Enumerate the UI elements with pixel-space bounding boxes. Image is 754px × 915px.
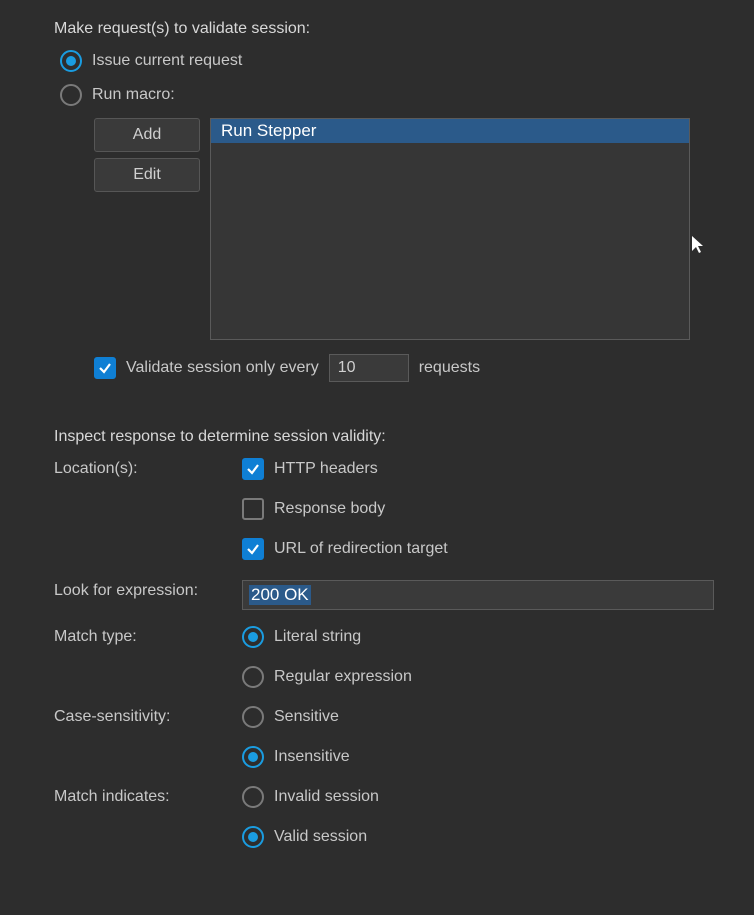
checkbox-validate-every[interactable] — [94, 357, 116, 379]
expression-label: Look for expression: — [54, 580, 242, 600]
checkbox-url-redirect[interactable] — [242, 538, 264, 560]
macro-list[interactable]: Run Stepper — [210, 118, 690, 340]
radio-run-macro-label: Run macro: — [92, 86, 175, 104]
checkbox-response-body[interactable] — [242, 498, 264, 520]
radio-insensitive-label: Insensitive — [274, 748, 350, 766]
radio-issue-current[interactable] — [60, 50, 82, 72]
radio-literal-string[interactable] — [242, 626, 264, 648]
radio-regular-expression-label: Regular expression — [274, 668, 412, 686]
radio-sensitive-label: Sensitive — [274, 708, 339, 726]
checkbox-http-headers-label: HTTP headers — [274, 460, 378, 478]
validate-section-title: Make request(s) to validate session: — [54, 20, 754, 38]
radio-sensitive[interactable] — [242, 706, 264, 728]
validate-every-input[interactable] — [329, 354, 409, 382]
locations-label: Location(s): — [54, 458, 242, 478]
radio-invalid-session-label: Invalid session — [274, 788, 379, 806]
validate-every-suffix: requests — [419, 359, 480, 377]
add-button[interactable]: Add — [94, 118, 200, 152]
macro-list-item[interactable]: Run Stepper — [211, 119, 689, 143]
expression-value: 200 OK — [249, 585, 311, 605]
radio-run-macro[interactable] — [60, 84, 82, 106]
radio-literal-string-label: Literal string — [274, 628, 361, 646]
validate-every-prefix: Validate session only every — [126, 359, 319, 377]
checkbox-url-redirect-label: URL of redirection target — [274, 540, 448, 558]
expression-input[interactable]: 200 OK — [242, 580, 714, 610]
radio-regular-expression[interactable] — [242, 666, 264, 688]
radio-invalid-session[interactable] — [242, 786, 264, 808]
match-indicates-label: Match indicates: — [54, 786, 242, 806]
macro-area: Add Edit Run Stepper — [94, 118, 754, 340]
radio-valid-session-label: Valid session — [274, 828, 367, 846]
checkbox-http-headers[interactable] — [242, 458, 264, 480]
radio-insensitive[interactable] — [242, 746, 264, 768]
radio-issue-current-label: Issue current request — [92, 52, 242, 70]
inspect-section-title: Inspect response to determine session va… — [54, 428, 754, 446]
case-sensitivity-label: Case-sensitivity: — [54, 706, 242, 726]
radio-valid-session[interactable] — [242, 826, 264, 848]
edit-button[interactable]: Edit — [94, 158, 200, 192]
match-type-label: Match type: — [54, 626, 242, 646]
checkbox-response-body-label: Response body — [274, 500, 385, 518]
